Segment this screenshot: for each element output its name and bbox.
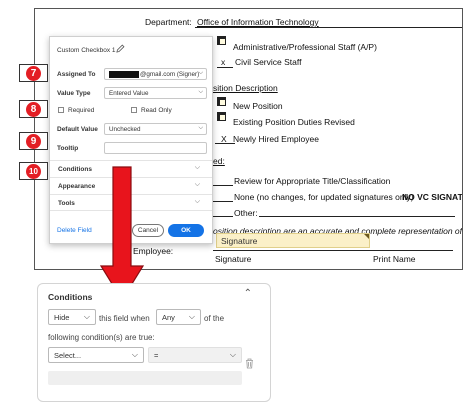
value-type-select[interactable]: Entered Value ⌵ xyxy=(104,87,207,99)
following-conditions-text: following condition(s) are true: xyxy=(48,333,155,342)
action-value: Hide xyxy=(54,313,70,322)
chevron-up-icon[interactable]: ⌃ xyxy=(244,288,252,299)
step-number: 9 xyxy=(26,134,41,149)
ap-staff-label: Administrative/Professional Staff (A/P) xyxy=(233,42,377,52)
no-vc-text: NO VC SIGNAT xyxy=(402,192,463,202)
operator-value: = xyxy=(154,351,159,360)
none-label: None (no changes, for updated signatures… xyxy=(234,192,414,202)
appearance-section-label: Appearance xyxy=(58,183,96,190)
read-only-checkbox[interactable] xyxy=(131,107,137,113)
reason-label: ed: xyxy=(213,156,225,166)
civil-service-underline xyxy=(217,67,233,68)
step-badge-8: 8 xyxy=(19,100,48,118)
red-down-arrow-icon xyxy=(100,166,144,302)
default-value-select[interactable]: Unchecked ⌵ xyxy=(104,123,207,135)
step-number: 7 xyxy=(26,66,41,81)
this-field-when-text: this field when xyxy=(99,314,150,323)
chevron-down-icon: ⌵ xyxy=(198,89,203,95)
match-value: Any xyxy=(162,313,175,322)
position-section-title: sition Description xyxy=(213,83,278,93)
required-checkbox[interactable] xyxy=(58,107,64,113)
value-type-value: Entered Value xyxy=(109,90,149,97)
civil-service-label: Civil Service Staff xyxy=(235,57,302,67)
condition-value-field[interactable] xyxy=(48,371,242,385)
pencil-icon[interactable] xyxy=(116,44,125,55)
chevron-down-icon: ⌵ xyxy=(83,312,90,321)
chevron-down-icon: ⌵ xyxy=(229,350,236,359)
conditions-card: Conditions ⌃ Hide ⌵ this field when Any … xyxy=(37,283,271,402)
existing-position-checkbox[interactable] xyxy=(217,112,226,121)
new-position-checkbox[interactable] xyxy=(217,97,226,106)
of-the-text: of the xyxy=(204,314,225,323)
chevron-down-icon: ⌵ xyxy=(188,312,195,321)
chevron-down-icon: ⌵ xyxy=(194,198,200,205)
action-select[interactable]: Hide ⌵ xyxy=(48,309,96,325)
assigned-to-value: @gmail.com (Signer) xyxy=(140,71,200,79)
existing-position-label: Existing Position Duties Revised xyxy=(233,117,355,127)
ok-button[interactable]: OK xyxy=(168,224,204,237)
panel-title: Custom Checkbox 1 xyxy=(57,47,116,54)
other-label: Other: xyxy=(234,208,258,218)
review-label: Review for Appropriate Title/Classificat… xyxy=(234,176,391,186)
ap-staff-checkbox[interactable] xyxy=(217,36,226,45)
chevron-down-icon: ⌵ xyxy=(194,164,200,171)
department-label: Department: xyxy=(145,17,192,27)
step-number: 10 xyxy=(26,164,41,179)
signature-field-text: Signature xyxy=(221,236,258,246)
conditions-title: Conditions xyxy=(48,292,93,302)
newly-hired-label: Newly Hired Employee xyxy=(233,134,319,144)
redacted-email xyxy=(109,71,139,78)
chevron-down-icon: ⌵ xyxy=(131,350,138,359)
trash-icon[interactable] xyxy=(245,358,254,371)
operator-select[interactable]: = ⌵ xyxy=(148,347,242,363)
other-underline xyxy=(213,216,233,217)
value-type-label: Value Type xyxy=(57,90,91,97)
required-label: Required xyxy=(68,107,95,114)
newly-hired-mark: X xyxy=(221,134,227,144)
signature-line xyxy=(213,250,453,251)
print-name-caption: Print Name xyxy=(373,254,416,264)
conditions-section-label: Conditions xyxy=(58,166,92,173)
step-badge-10: 10 xyxy=(19,162,48,180)
condition-field-value: Select... xyxy=(54,351,82,360)
chevron-down-icon: ⌵ xyxy=(198,70,203,76)
new-position-label: New Position xyxy=(233,101,283,111)
assigned-to-select[interactable]: @gmail.com (Signer) ⌵ xyxy=(104,68,207,80)
default-value-label: Default Value xyxy=(57,126,98,133)
chevron-down-icon: ⌵ xyxy=(194,181,200,188)
step-badge-7: 7 xyxy=(19,64,48,82)
tooltip-input[interactable] xyxy=(104,142,207,154)
field-corner-marker xyxy=(364,234,369,239)
default-value-value: Unchecked xyxy=(109,126,141,133)
tooltip-label: Tooltip xyxy=(57,145,79,152)
delete-field-link[interactable]: Delete Field xyxy=(57,227,92,234)
department-underline xyxy=(195,27,462,28)
read-only-label: Read Only xyxy=(141,107,172,114)
step-badge-9: 9 xyxy=(19,132,48,150)
chevron-down-icon: ⌵ xyxy=(198,125,203,131)
review-underline xyxy=(213,185,233,186)
match-select[interactable]: Any ⌵ xyxy=(156,309,201,325)
none-underline xyxy=(213,201,233,202)
assigned-to-label: Assigned To xyxy=(57,71,96,78)
condition-field-select[interactable]: Select... ⌵ xyxy=(48,347,144,363)
step-number: 8 xyxy=(26,102,41,117)
other-field-line xyxy=(259,216,455,217)
civil-service-mark: x xyxy=(221,57,226,67)
tools-section-label: Tools xyxy=(58,200,75,207)
signature-caption: Signature xyxy=(215,254,252,264)
department-value: Office of Information Technology xyxy=(197,17,319,27)
signature-field[interactable]: Signature xyxy=(216,233,370,248)
